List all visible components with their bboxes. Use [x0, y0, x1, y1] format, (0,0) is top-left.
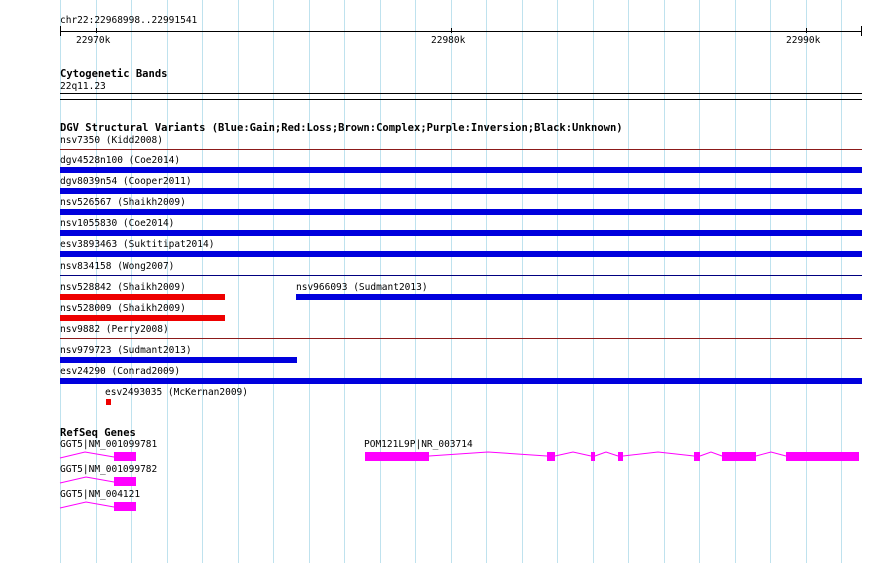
- gene-model-ggt5-3[interactable]: [59, 501, 136, 511]
- gene-model-ggt5-2[interactable]: [59, 476, 136, 486]
- gene-model-ggt5-1[interactable]: [59, 451, 136, 461]
- genome-browser-canvas: chr22:22968998..22991541 22970k 22980k 2…: [0, 0, 890, 563]
- gene-models: [59, 451, 859, 511]
- gene-model-pom121l9p[interactable]: [365, 451, 859, 461]
